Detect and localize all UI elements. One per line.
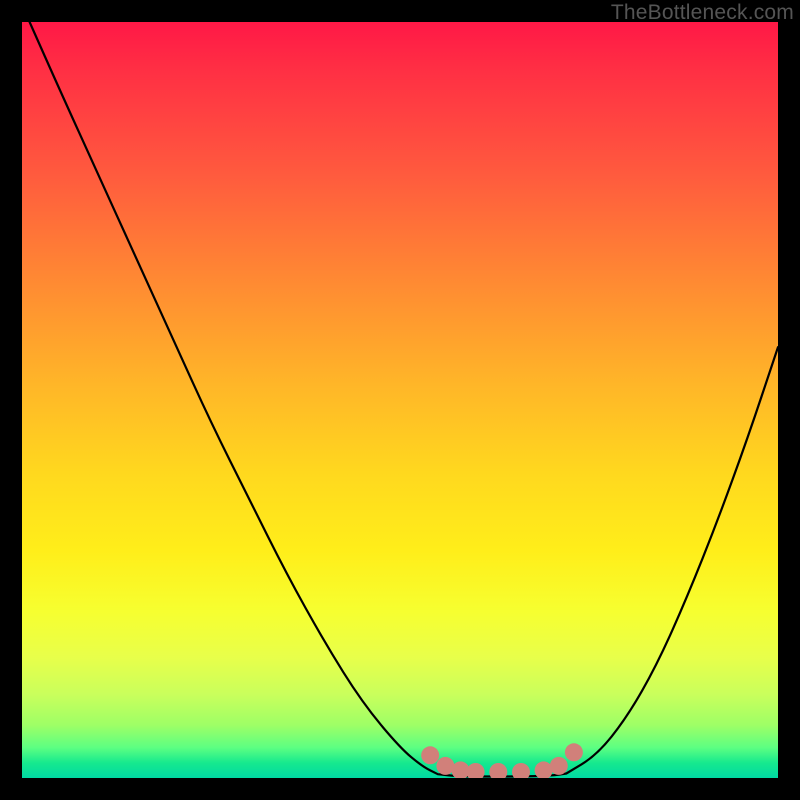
floor-dot-5 (489, 763, 507, 778)
floor-dot-3 (452, 761, 470, 778)
chart-svg (22, 22, 778, 778)
chart-frame: TheBottleneck.com (0, 0, 800, 800)
valley-markers (421, 743, 583, 778)
floor-dot-8 (550, 757, 568, 775)
bottleneck-curve-path (30, 22, 778, 777)
chart-plot-area (22, 22, 778, 778)
floor-dot-4 (467, 763, 485, 778)
watermark-text: TheBottleneck.com (611, 1, 794, 25)
floor-dot-6 (512, 763, 530, 778)
floor-dot-7 (535, 761, 553, 778)
floor-dot-1 (421, 746, 439, 764)
floor-dot-9 (565, 743, 583, 761)
